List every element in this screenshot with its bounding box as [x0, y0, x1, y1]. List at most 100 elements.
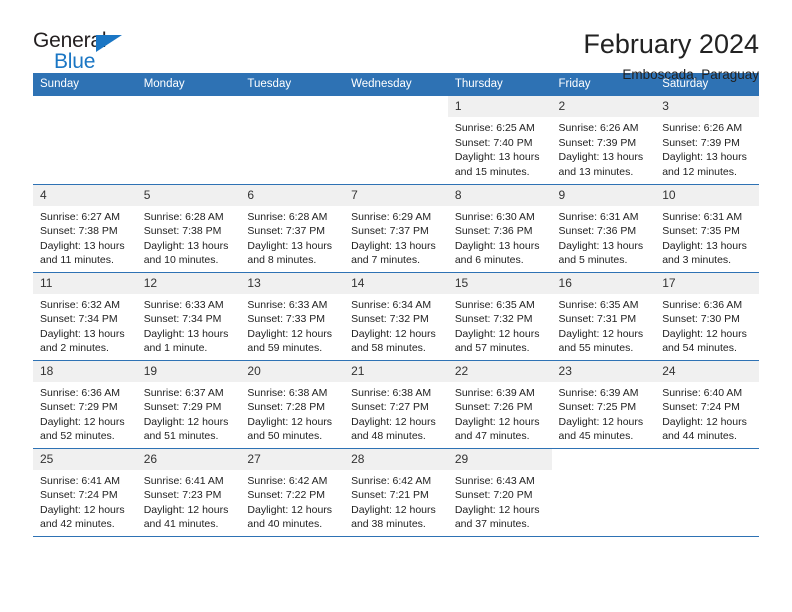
day-number: 13 — [240, 272, 345, 294]
day-details: Sunrise: 6:42 AM Sunset: 7:22 PM Daylight:… — [240, 470, 344, 532]
daylight-text-cont: and 52 minutes. — [40, 430, 115, 443]
daylight-text: Daylight: 12 hours — [558, 415, 644, 428]
daylight-text: Daylight: 13 hours — [40, 239, 125, 252]
daylight-text-cont: and 44 minutes. — [662, 430, 737, 443]
day-number: 4 — [33, 184, 137, 206]
calendar-day-cell[interactable]: 4 Sunrise: 6:27 AM Sunset: 7:38 PM Daylight… — [33, 183, 137, 272]
daylight-text: Daylight: 12 hours — [143, 503, 229, 516]
calendar-day-cell[interactable]: 17 Sunrise: 6:36 AM Sunset: 7:30 PM Dayligh… — [655, 271, 759, 360]
sunset-text: Sunset: 7:37 PM — [247, 225, 326, 238]
daylight-text: Daylight: 12 hours — [40, 503, 125, 516]
daylight-text-cont: and 54 minutes. — [662, 342, 737, 355]
daylight-text: Daylight: 12 hours — [351, 327, 436, 340]
calendar-day-cell[interactable]: 22 Sunrise: 6:39 AM Sunset: 7:26 PM Dayligh… — [447, 359, 552, 448]
day-details: Sunrise: 6:41 AM Sunset: 7:23 PM Daylight:… — [137, 470, 241, 532]
calendar-day-cell[interactable]: 16 Sunrise: 6:35 AM Sunset: 7:31 PM Dayligh… — [551, 271, 656, 360]
calendar-week-row: 1 Sunrise: 6:25 AM Sunset: 7:40 PM Daylight… — [33, 96, 759, 184]
sunset-text: Sunset: 7:38 PM — [143, 225, 222, 238]
calendar-day-cell[interactable]: 26 Sunrise: 6:41 AM Sunset: 7:23 PM Dayligh… — [136, 447, 241, 536]
sunrise-text: Sunrise: 6:39 AM — [454, 386, 535, 399]
day-number: 3 — [655, 96, 759, 117]
day-number: 16 — [551, 272, 656, 294]
calendar-day-cell[interactable]: 24 Sunrise: 6:40 AM Sunset: 7:24 PM Dayligh… — [655, 359, 759, 448]
daylight-text-cont: and 5 minutes. — [558, 254, 628, 267]
sunset-text: Sunset: 7:23 PM — [143, 489, 222, 502]
calendar-grid: Sunday Monday Tuesday Wednesday Thursday Frid… — [33, 73, 759, 536]
day-details: Sunrise: 6:32 AM Sunset: 7:34 PM Daylight:… — [33, 294, 137, 356]
sunrise-text: Sunrise: 6:38 AM — [351, 386, 432, 399]
calendar-empty-cell — [240, 96, 344, 184]
calendar-day-cell[interactable]: 19 Sunrise: 6:37 AM Sunset: 7:29 PM Dayligh… — [136, 359, 241, 448]
calendar-day-cell[interactable]: 7 Sunrise: 6:29 AM Sunset: 7:37 PM Daylight… — [344, 183, 448, 272]
calendar-day-cell[interactable]: 29 Sunrise: 6:43 AM Sunset: 7:20 PM Dayligh… — [447, 447, 552, 536]
day-details: Sunrise: 6:33 AM Sunset: 7:33 PM Daylight:… — [240, 294, 344, 356]
day-number — [240, 96, 344, 117]
calendar-empty-cell — [137, 96, 241, 184]
calendar-day-cell[interactable]: 23 Sunrise: 6:39 AM Sunset: 7:25 PM Dayligh… — [551, 359, 656, 448]
calendar-day-cell[interactable]: 28 Sunrise: 6:42 AM Sunset: 7:21 PM Dayligh… — [344, 447, 448, 536]
daylight-text-cont: and 45 minutes. — [558, 430, 634, 443]
daylight-text-cont: and 1 minute. — [143, 342, 208, 355]
calendar-day-cell[interactable]: 12 Sunrise: 6:33 AM Sunset: 7:34 PM Dayligh… — [136, 271, 241, 360]
day-number: 8 — [447, 184, 552, 206]
calendar-day-cell[interactable]: 20 Sunrise: 6:38 AM Sunset: 7:28 PM Dayligh… — [240, 359, 345, 448]
sunset-text: Sunset: 7:24 PM — [40, 489, 118, 502]
day-details: Sunrise: 6:35 AM Sunset: 7:31 PM Daylight:… — [552, 294, 656, 356]
sunrise-text: Sunrise: 6:36 AM — [40, 386, 120, 399]
calendar-day-cell[interactable]: 18 Sunrise: 6:36 AM Sunset: 7:29 PM Dayligh… — [33, 359, 137, 448]
day-number: 15 — [447, 272, 552, 294]
weekday-header-sunday: Sunday — [33, 73, 137, 96]
day-details: Sunrise: 6:28 AM Sunset: 7:38 PM Daylight:… — [137, 206, 241, 268]
calendar-week-row: 25 Sunrise: 6:41 AM Sunset: 7:24 PM Dayligh… — [33, 447, 759, 536]
calendar-day-cell[interactable]: 13 Sunrise: 6:33 AM Sunset: 7:33 PM Dayligh… — [240, 271, 345, 360]
calendar-week-row: 18 Sunrise: 6:36 AM Sunset: 7:29 PM Dayligh… — [33, 359, 759, 448]
day-number: 7 — [344, 184, 448, 206]
sunset-text: Sunset: 7:30 PM — [662, 313, 740, 326]
day-details: Sunrise: 6:31 AM Sunset: 7:36 PM Daylight:… — [552, 206, 656, 268]
day-number: 18 — [33, 360, 137, 382]
generalblue-logo[interactable]: General Blue — [33, 30, 143, 76]
day-details: Sunrise: 6:30 AM Sunset: 7:36 PM Daylight:… — [448, 206, 552, 268]
calendar-day-cell[interactable]: 8 Sunrise: 6:30 AM Sunset: 7:36 PM Daylight… — [447, 183, 552, 272]
day-details: Sunrise: 6:31 AM Sunset: 7:35 PM Daylight:… — [655, 206, 759, 268]
daylight-text: Daylight: 12 hours — [247, 503, 333, 516]
day-number: 24 — [655, 360, 759, 382]
calendar-day-cell[interactable]: 10 Sunrise: 6:31 AM Sunset: 7:35 PM Dayligh… — [655, 183, 759, 272]
sunrise-text: Sunrise: 6:34 AM — [351, 298, 432, 311]
sunset-text: Sunset: 7:39 PM — [558, 136, 637, 149]
sunrise-text: Sunrise: 6:35 AM — [454, 298, 535, 311]
calendar-day-cell[interactable]: 9 Sunrise: 6:31 AM Sunset: 7:36 PM Daylight… — [551, 183, 656, 272]
calendar-day-cell[interactable]: 11 Sunrise: 6:32 AM Sunset: 7:34 PM Dayligh… — [33, 271, 137, 360]
calendar-day-cell[interactable]: 27 Sunrise: 6:42 AM Sunset: 7:22 PM Dayligh… — [240, 447, 345, 536]
calendar-day-cell[interactable]: 14 Sunrise: 6:34 AM Sunset: 7:32 PM Dayligh… — [344, 271, 448, 360]
day-number: 19 — [136, 360, 241, 382]
calendar-day-cell[interactable]: 3 Sunrise: 6:26 AM Sunset: 7:39 PM Daylight… — [655, 96, 759, 184]
day-details: Sunrise: 6:39 AM Sunset: 7:26 PM Daylight:… — [448, 382, 552, 444]
daylight-text-cont: and 48 minutes. — [351, 430, 426, 443]
calendar-day-cell[interactable]: 5 Sunrise: 6:28 AM Sunset: 7:38 PM Daylight… — [136, 183, 241, 272]
triangle-icon — [96, 35, 122, 52]
daylight-text-cont: and 50 minutes. — [247, 430, 323, 443]
sunset-text: Sunset: 7:40 PM — [454, 136, 533, 149]
calendar-day-cell[interactable]: 1 Sunrise: 6:25 AM Sunset: 7:40 PM Daylight… — [447, 96, 552, 184]
title-block: February 2024 Emboscada, Paraguay — [583, 30, 759, 83]
day-number: 1 — [447, 96, 552, 117]
day-number: 26 — [136, 448, 241, 470]
calendar-day-cell[interactable]: 6 Sunrise: 6:28 AM Sunset: 7:37 PM Daylight… — [240, 183, 345, 272]
day-number: 12 — [136, 272, 241, 294]
calendar-day-cell[interactable]: 15 Sunrise: 6:35 AM Sunset: 7:32 PM Dayligh… — [447, 271, 552, 360]
day-number: 10 — [655, 184, 759, 206]
sunrise-text: Sunrise: 6:32 AM — [40, 298, 120, 311]
daylight-text-cont: and 57 minutes. — [454, 342, 530, 355]
daylight-text: Daylight: 13 hours — [143, 327, 229, 340]
sunrise-text: Sunrise: 6:41 AM — [143, 474, 224, 487]
calendar-day-cell[interactable]: 25 Sunrise: 6:41 AM Sunset: 7:24 PM Dayligh… — [33, 447, 137, 536]
calendar-day-cell[interactable]: 2 Sunrise: 6:26 AM Sunset: 7:39 PM Daylight… — [551, 96, 656, 184]
day-details: Sunrise: 6:27 AM Sunset: 7:38 PM Daylight:… — [33, 206, 137, 268]
day-details: Sunrise: 6:35 AM Sunset: 7:32 PM Daylight:… — [448, 294, 552, 356]
daylight-text-cont: and 8 minutes. — [247, 254, 317, 267]
calendar-day-cell[interactable]: 21 Sunrise: 6:38 AM Sunset: 7:27 PM Dayligh… — [344, 359, 448, 448]
daylight-text: Daylight: 12 hours — [454, 327, 540, 340]
day-number: 28 — [344, 448, 448, 470]
daylight-text: Daylight: 12 hours — [351, 415, 436, 428]
